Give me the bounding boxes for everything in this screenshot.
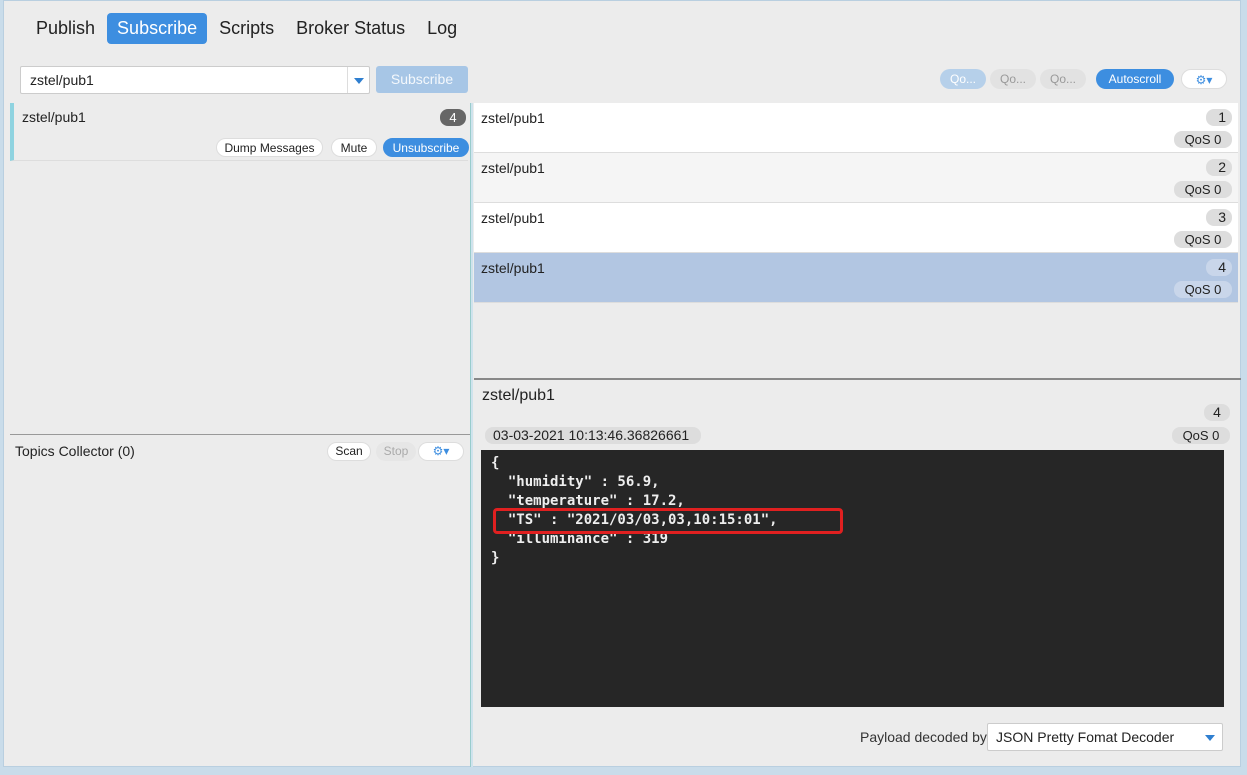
message-qos: QoS 0	[1174, 181, 1232, 198]
decoder-label: Payload decoded by	[860, 729, 987, 745]
message-topic: zstel/pub1	[481, 260, 545, 276]
unsubscribe-button[interactable]: Unsubscribe	[383, 138, 469, 157]
subscriptions-panel: zstel/pub1 4 Dump Messages Mute Unsubscr…	[10, 103, 468, 433]
scan-button[interactable]: Scan	[327, 442, 371, 461]
tab-broker-status[interactable]: Broker Status	[286, 13, 415, 44]
chevron-down-icon[interactable]	[347, 67, 369, 93]
topics-collector-title: Topics Collector (0)	[15, 443, 135, 459]
gear-icon: ⚙▾	[433, 444, 450, 458]
detail-splitter[interactable]	[474, 378, 1241, 380]
decoder-value: JSON Pretty Fomat Decoder	[996, 729, 1174, 745]
detail-qos: QoS 0	[1172, 427, 1230, 444]
message-list: zstel/pub1 1 QoS 0 zstel/pub1 2 QoS 0 zs…	[474, 103, 1238, 379]
tab-scripts[interactable]: Scripts	[209, 13, 284, 44]
detail-timestamp: 03-03-2021 10:13:46.36826661	[485, 427, 701, 444]
collector-settings-button[interactable]: ⚙▾	[418, 442, 464, 461]
panel-divider[interactable]	[10, 434, 472, 435]
message-row[interactable]: zstel/pub1 3 QoS 0	[474, 203, 1238, 253]
subscription-topic: zstel/pub1	[22, 109, 86, 125]
message-qos: QoS 0	[1174, 281, 1232, 298]
message-qos: QoS 0	[1174, 131, 1232, 148]
autoscroll-button[interactable]: Autoscroll	[1096, 69, 1174, 89]
message-qos: QoS 0	[1174, 231, 1232, 248]
tab-log[interactable]: Log	[417, 13, 467, 44]
message-row[interactable]: zstel/pub1 1 QoS 0	[474, 103, 1238, 153]
message-row[interactable]: zstel/pub1 2 QoS 0	[474, 153, 1238, 203]
subscribe-button[interactable]: Subscribe	[376, 66, 468, 93]
message-row-selected[interactable]: zstel/pub1 4 QoS 0	[474, 253, 1238, 303]
message-number: 4	[1206, 259, 1232, 276]
detail-topic: zstel/pub1	[482, 387, 555, 405]
message-topic: zstel/pub1	[481, 110, 545, 126]
message-count-badge: 4	[440, 109, 466, 126]
message-topic: zstel/pub1	[481, 210, 545, 226]
qos1-button[interactable]: Qo...	[990, 69, 1036, 89]
dump-messages-button[interactable]: Dump Messages	[216, 138, 323, 157]
message-topic: zstel/pub1	[481, 160, 545, 176]
detail-number: 4	[1204, 404, 1230, 421]
vertical-splitter[interactable]	[470, 103, 473, 767]
subscription-item[interactable]: zstel/pub1 4 Dump Messages Mute Unsubscr…	[10, 103, 468, 161]
highlight-annotation-box	[493, 508, 843, 534]
decoder-select[interactable]: JSON Pretty Fomat Decoder	[987, 723, 1223, 751]
settings-menu-button[interactable]: ⚙▾	[1181, 69, 1227, 89]
gear-icon: ⚙▾	[1196, 73, 1213, 87]
qos0-button[interactable]: Qo...	[940, 69, 986, 89]
topic-combobox[interactable]: zstel/pub1	[20, 66, 370, 94]
tab-publish[interactable]: Publish	[26, 13, 105, 44]
message-number: 2	[1206, 159, 1232, 176]
topic-input-value[interactable]: zstel/pub1	[30, 72, 94, 88]
message-number: 1	[1206, 109, 1232, 126]
stop-button[interactable]: Stop	[376, 442, 416, 461]
message-number: 3	[1206, 209, 1232, 226]
payload-viewer[interactable]: { "humidity" : 56.9, "temperature" : 17.…	[481, 450, 1224, 707]
tab-subscribe[interactable]: Subscribe	[107, 13, 207, 44]
mute-button[interactable]: Mute	[331, 138, 377, 157]
qos2-button[interactable]: Qo...	[1040, 69, 1086, 89]
app-window: Publish Subscribe Scripts Broker Status …	[3, 0, 1241, 767]
tab-bar: Publish Subscribe Scripts Broker Status …	[26, 13, 469, 44]
